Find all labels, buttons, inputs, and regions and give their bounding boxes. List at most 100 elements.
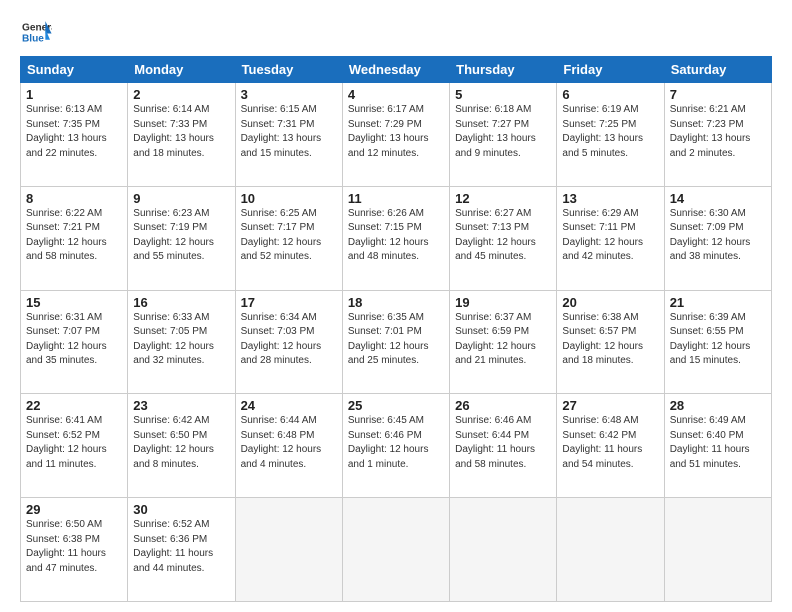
day-info: Sunrise: 6:30 AMSunset: 7:09 PMDaylight:… (670, 208, 751, 263)
day-info: Sunrise: 6:15 AMSunset: 7:31 PMDaylight:… (241, 104, 322, 159)
day-info: Sunrise: 6:44 AMSunset: 6:48 PMDaylight:… (241, 415, 322, 470)
day-info: Sunrise: 6:46 AMSunset: 6:44 PMDaylight:… (455, 415, 535, 470)
day-cell (450, 498, 557, 602)
dow-header-sunday: Sunday (21, 57, 128, 83)
day-number: 27 (562, 398, 658, 413)
day-number: 14 (670, 191, 766, 206)
day-cell: 28 Sunrise: 6:49 AMSunset: 6:40 PMDayligh… (664, 394, 771, 498)
logo: General Blue (20, 18, 52, 46)
day-info: Sunrise: 6:39 AMSunset: 6:55 PMDaylight:… (670, 312, 751, 367)
day-cell: 19 Sunrise: 6:37 AMSunset: 6:59 PMDayligh… (450, 290, 557, 394)
day-cell (342, 498, 449, 602)
day-cell: 18 Sunrise: 6:35 AMSunset: 7:01 PMDayligh… (342, 290, 449, 394)
day-cell: 21 Sunrise: 6:39 AMSunset: 6:55 PMDayligh… (664, 290, 771, 394)
day-number: 18 (348, 295, 444, 310)
day-info: Sunrise: 6:52 AMSunset: 6:36 PMDaylight:… (133, 519, 213, 574)
day-number: 13 (562, 191, 658, 206)
day-info: Sunrise: 6:29 AMSunset: 7:11 PMDaylight:… (562, 208, 643, 263)
day-cell: 12 Sunrise: 6:27 AMSunset: 7:13 PMDayligh… (450, 186, 557, 290)
day-info: Sunrise: 6:17 AMSunset: 7:29 PMDaylight:… (348, 104, 429, 159)
day-cell: 1 Sunrise: 6:13 AMSunset: 7:35 PMDaylight… (21, 83, 128, 187)
day-cell (664, 498, 771, 602)
day-number: 19 (455, 295, 551, 310)
day-number: 12 (455, 191, 551, 206)
dow-header-saturday: Saturday (664, 57, 771, 83)
day-info: Sunrise: 6:31 AMSunset: 7:07 PMDaylight:… (26, 312, 107, 367)
day-cell: 25 Sunrise: 6:45 AMSunset: 6:46 PMDayligh… (342, 394, 449, 498)
week-row-5: 29 Sunrise: 6:50 AMSunset: 6:38 PMDayligh… (21, 498, 772, 602)
day-info: Sunrise: 6:41 AMSunset: 6:52 PMDaylight:… (26, 415, 107, 470)
day-number: 17 (241, 295, 337, 310)
day-info: Sunrise: 6:22 AMSunset: 7:21 PMDaylight:… (26, 208, 107, 263)
day-cell: 4 Sunrise: 6:17 AMSunset: 7:29 PMDaylight… (342, 83, 449, 187)
logo-icon: General Blue (20, 18, 52, 46)
day-number: 6 (562, 87, 658, 102)
days-of-week-row: SundayMondayTuesdayWednesdayThursdayFrid… (21, 57, 772, 83)
week-row-1: 1 Sunrise: 6:13 AMSunset: 7:35 PMDaylight… (21, 83, 772, 187)
day-cell: 15 Sunrise: 6:31 AMSunset: 7:07 PMDayligh… (21, 290, 128, 394)
day-cell: 17 Sunrise: 6:34 AMSunset: 7:03 PMDayligh… (235, 290, 342, 394)
day-cell: 23Sunrise: 6:42 AMSunset: 6:50 PMDayligh… (128, 394, 235, 498)
day-number: 16 (133, 295, 229, 310)
day-number: 21 (670, 295, 766, 310)
day-info: Sunrise: 6:35 AMSunset: 7:01 PMDaylight:… (348, 312, 429, 367)
day-number: 23 (133, 398, 229, 413)
day-info: Sunrise: 6:50 AMSunset: 6:38 PMDaylight:… (26, 519, 106, 574)
day-number: 10 (241, 191, 337, 206)
day-info: Sunrise: 6:38 AMSunset: 6:57 PMDaylight:… (562, 312, 643, 367)
day-number: 24 (241, 398, 337, 413)
day-number: 22 (26, 398, 122, 413)
dow-header-friday: Friday (557, 57, 664, 83)
dow-header-tuesday: Tuesday (235, 57, 342, 83)
day-info: Sunrise: 6:14 AMSunset: 7:33 PMDaylight:… (133, 104, 214, 159)
day-info: Sunrise: 6:37 AMSunset: 6:59 PMDaylight:… (455, 312, 536, 367)
day-cell: 9Sunrise: 6:23 AMSunset: 7:19 PMDaylight… (128, 186, 235, 290)
day-number: 20 (562, 295, 658, 310)
calendar-table: SundayMondayTuesdayWednesdayThursdayFrid… (20, 56, 772, 602)
day-info: Sunrise: 6:27 AMSunset: 7:13 PMDaylight:… (455, 208, 536, 263)
dow-header-wednesday: Wednesday (342, 57, 449, 83)
day-number: 4 (348, 87, 444, 102)
svg-text:Blue: Blue (22, 33, 44, 44)
day-info: Sunrise: 6:13 AMSunset: 7:35 PMDaylight:… (26, 104, 107, 159)
day-number: 25 (348, 398, 444, 413)
day-cell: 3Sunrise: 6:15 AMSunset: 7:31 PMDaylight… (235, 83, 342, 187)
day-info: Sunrise: 6:26 AMSunset: 7:15 PMDaylight:… (348, 208, 429, 263)
day-number: 7 (670, 87, 766, 102)
day-info: Sunrise: 6:45 AMSunset: 6:46 PMDaylight:… (348, 415, 429, 470)
day-cell: 11Sunrise: 6:26 AMSunset: 7:15 PMDayligh… (342, 186, 449, 290)
day-cell: 29 Sunrise: 6:50 AMSunset: 6:38 PMDayligh… (21, 498, 128, 602)
week-row-2: 8 Sunrise: 6:22 AMSunset: 7:21 PMDaylight… (21, 186, 772, 290)
day-info: Sunrise: 6:34 AMSunset: 7:03 PMDaylight:… (241, 312, 322, 367)
day-cell: 2 Sunrise: 6:14 AMSunset: 7:33 PMDaylight… (128, 83, 235, 187)
day-cell: 5 Sunrise: 6:18 AMSunset: 7:27 PMDaylight… (450, 83, 557, 187)
day-number: 5 (455, 87, 551, 102)
day-info: Sunrise: 6:48 AMSunset: 6:42 PMDaylight:… (562, 415, 642, 470)
week-row-4: 22 Sunrise: 6:41 AMSunset: 6:52 PMDayligh… (21, 394, 772, 498)
day-number: 28 (670, 398, 766, 413)
day-info: Sunrise: 6:18 AMSunset: 7:27 PMDaylight:… (455, 104, 536, 159)
day-number: 26 (455, 398, 551, 413)
day-info: Sunrise: 6:49 AMSunset: 6:40 PMDaylight:… (670, 415, 750, 470)
day-cell: 24 Sunrise: 6:44 AMSunset: 6:48 PMDayligh… (235, 394, 342, 498)
day-cell: 22 Sunrise: 6:41 AMSunset: 6:52 PMDayligh… (21, 394, 128, 498)
day-info: Sunrise: 6:21 AMSunset: 7:23 PMDaylight:… (670, 104, 751, 159)
day-number: 2 (133, 87, 229, 102)
day-info: Sunrise: 6:25 AMSunset: 7:17 PMDaylight:… (241, 208, 322, 263)
day-cell: 27 Sunrise: 6:48 AMSunset: 6:42 PMDayligh… (557, 394, 664, 498)
day-number: 8 (26, 191, 122, 206)
calendar-body: 1 Sunrise: 6:13 AMSunset: 7:35 PMDaylight… (21, 83, 772, 602)
day-cell: 7 Sunrise: 6:21 AMSunset: 7:23 PMDaylight… (664, 83, 771, 187)
day-info: Sunrise: 6:33 AMSunset: 7:05 PMDaylight:… (133, 312, 214, 367)
day-cell: 14 Sunrise: 6:30 AMSunset: 7:09 PMDayligh… (664, 186, 771, 290)
day-cell: 30Sunrise: 6:52 AMSunset: 6:36 PMDayligh… (128, 498, 235, 602)
week-row-3: 15 Sunrise: 6:31 AMSunset: 7:07 PMDayligh… (21, 290, 772, 394)
day-number: 15 (26, 295, 122, 310)
dow-header-monday: Monday (128, 57, 235, 83)
day-number: 29 (26, 502, 122, 517)
day-info: Sunrise: 6:23 AMSunset: 7:19 PMDaylight:… (133, 208, 214, 263)
day-cell: 26 Sunrise: 6:46 AMSunset: 6:44 PMDayligh… (450, 394, 557, 498)
day-cell: 13 Sunrise: 6:29 AMSunset: 7:11 PMDayligh… (557, 186, 664, 290)
day-cell (557, 498, 664, 602)
day-number: 1 (26, 87, 122, 102)
